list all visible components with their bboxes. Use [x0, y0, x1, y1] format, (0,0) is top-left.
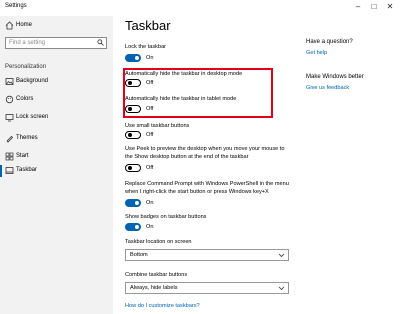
- search-placeholder: Find a setting: [9, 40, 46, 46]
- feedback-link[interactable]: Give us feedback: [306, 85, 349, 91]
- toggle-knob: [128, 107, 132, 111]
- toggle-knob: [128, 133, 132, 137]
- sidebar-item-label: Start: [16, 153, 29, 159]
- title-bar: Settings – □ ✕: [0, 0, 400, 16]
- sidebar-item-label: Lock screen: [16, 114, 49, 120]
- sidebar-item-lock-screen[interactable]: Lock screen: [0, 110, 113, 126]
- toggle-knob: [135, 201, 139, 205]
- background-icon: [5, 77, 14, 86]
- toggle-state: Off: [146, 132, 154, 138]
- powershell-toggle[interactable]: [125, 199, 141, 207]
- peek-label-line2: the Show desktop button at the end of th…: [125, 154, 249, 160]
- start-icon: [5, 152, 14, 161]
- sidebar-item-label: Colors: [16, 96, 34, 102]
- autohide-tablet-label: Automatically hide the taskbar in tablet…: [125, 96, 237, 102]
- badges-toggle[interactable]: [125, 223, 141, 231]
- toggle-state: Off: [146, 106, 154, 112]
- toggle-state: On: [146, 55, 154, 61]
- sidebar-item-background[interactable]: Background: [0, 74, 113, 90]
- main-content: Taskbar Lock the taskbar On Automaticall…: [113, 16, 400, 314]
- sidebar: Home Find a setting Personalization Back…: [0, 16, 113, 314]
- themes-icon: [5, 134, 14, 143]
- toggle-state: Off: [146, 80, 154, 86]
- customize-help-link[interactable]: How do I customize taskbars?: [125, 303, 200, 309]
- peek-toggle[interactable]: [125, 164, 141, 172]
- powershell-label-line2: when I right-click the start button or p…: [125, 189, 269, 195]
- lock-taskbar-label: Lock the taskbar: [125, 44, 167, 50]
- small-buttons-label: Use small taskbar buttons: [125, 123, 190, 129]
- location-label: Taskbar location on screen: [125, 239, 192, 245]
- toggle-knob: [135, 56, 139, 60]
- lock-taskbar-toggle[interactable]: [125, 54, 141, 62]
- toggle-knob: [128, 81, 132, 85]
- toggle-knob: [135, 225, 139, 229]
- dropdown-value: Bottom: [130, 252, 148, 258]
- selection-indicator: [0, 165, 2, 177]
- home-icon: [5, 21, 14, 30]
- sidebar-item-taskbar[interactable]: Taskbar: [0, 163, 113, 179]
- combine-label: Combine taskbar buttons: [125, 272, 188, 278]
- sidebar-item-label: Taskbar: [16, 167, 38, 173]
- maximize-icon[interactable]: □: [368, 2, 380, 12]
- small-buttons-toggle[interactable]: [125, 131, 141, 139]
- combine-dropdown[interactable]: Always, hide labels: [125, 282, 289, 294]
- window-title: Settings: [5, 3, 27, 9]
- location-dropdown[interactable]: Bottom: [125, 249, 289, 261]
- toggle-state: On: [146, 200, 154, 206]
- chevron-down-icon: [278, 251, 285, 261]
- sidebar-item-label: Themes: [16, 135, 38, 141]
- get-help-link[interactable]: Get help: [306, 50, 327, 56]
- search-icon[interactable]: [97, 39, 104, 48]
- peek-label-line1: Use Peek to preview the desktop when you…: [125, 146, 285, 152]
- taskbar-icon: [5, 166, 14, 175]
- autohide-desktop-toggle[interactable]: [125, 79, 141, 87]
- sidebar-item-themes[interactable]: Themes: [0, 131, 113, 147]
- sidebar-item-colors[interactable]: Colors: [0, 92, 113, 108]
- powershell-label-line1: Replace Command Prompt with Windows Powe…: [125, 181, 289, 187]
- colors-icon: [5, 95, 14, 104]
- lock-screen-icon: [5, 113, 14, 122]
- chevron-down-icon: [278, 284, 285, 294]
- question-header: Have a question?: [306, 39, 353, 45]
- autohide-tablet-toggle[interactable]: [125, 105, 141, 113]
- page-title: Taskbar: [125, 18, 171, 33]
- toggle-knob: [128, 166, 132, 170]
- sidebar-item-label: Home: [16, 22, 33, 28]
- search-input[interactable]: Find a setting: [5, 37, 107, 49]
- dropdown-value: Always, hide labels: [130, 285, 178, 291]
- minimize-icon[interactable]: –: [352, 2, 364, 12]
- badges-label: Show badges on taskbar buttons: [125, 214, 207, 220]
- toggle-state: Off: [146, 165, 154, 171]
- autohide-desktop-label: Automatically hide the taskbar in deskto…: [125, 71, 243, 77]
- better-header: Make Windows better: [306, 74, 364, 80]
- close-icon[interactable]: ✕: [384, 2, 396, 12]
- sidebar-item-label: Background: [16, 78, 49, 84]
- sidebar-item-home[interactable]: Home: [0, 18, 113, 34]
- toggle-state: On: [146, 224, 154, 230]
- section-header: Personalization: [5, 64, 47, 70]
